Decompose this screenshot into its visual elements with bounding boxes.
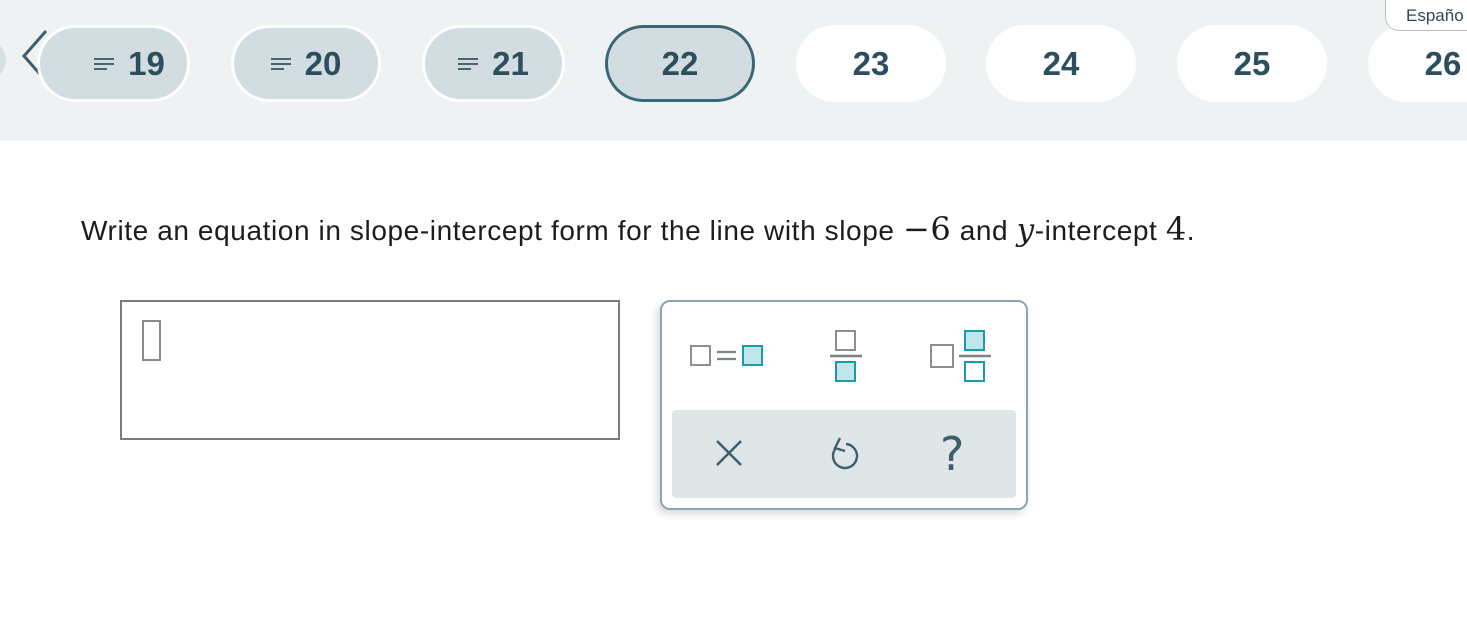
prompt-text-intercept: -intercept [1034, 215, 1166, 246]
input-cursor-box [142, 320, 161, 361]
question-tab-23[interactable]: 23 [796, 25, 946, 102]
question-tab-22[interactable]: 22 [605, 25, 755, 102]
language-toggle-button[interactable]: Españo [1385, 0, 1467, 31]
fraction-template-button[interactable] [827, 327, 867, 392]
intercept-value: 4 [1165, 210, 1187, 248]
question-tab-21[interactable]: 21 [422, 25, 565, 102]
undo-icon [831, 437, 859, 470]
question-number: 22 [661, 44, 699, 82]
help-icon: ? [940, 427, 965, 481]
question-tab-19[interactable]: 19 [37, 25, 190, 102]
question-tab-25[interactable]: 25 [1177, 25, 1327, 102]
y-variable: y [1016, 212, 1035, 248]
question-number: 23 [852, 44, 890, 82]
answered-lines-icon [270, 57, 291, 72]
fraction-template-icon [830, 330, 862, 382]
equation-template-button[interactable] [686, 340, 766, 375]
question-tab-24[interactable]: 24 [986, 25, 1136, 102]
question-number: 26 [1424, 44, 1462, 82]
clear-button[interactable] [712, 436, 746, 475]
slope-value: −6 [902, 210, 952, 248]
mixed-number-template-button[interactable] [928, 327, 998, 392]
undo-button[interactable] [826, 434, 862, 479]
question-prompt: Write an equation in slope-intercept for… [81, 210, 1195, 248]
answered-lines-icon [94, 57, 115, 72]
clear-icon [716, 440, 742, 466]
answered-lines-icon [458, 57, 479, 72]
prompt-text: Write an equation in slope-intercept for… [81, 215, 903, 246]
question-number: 20 [304, 44, 342, 82]
question-number: 24 [1042, 44, 1080, 82]
prompt-text-and: and [951, 215, 1017, 246]
math-palette: ? [660, 300, 1028, 510]
question-number: 19 [128, 44, 165, 82]
mixed-number-template-icon [930, 330, 991, 382]
question-navigator: 19 20 21 22 23 24 25 26 Españo [0, 0, 1467, 141]
question-tab-20[interactable]: 20 [231, 25, 381, 102]
question-number: 21 [492, 44, 529, 82]
equation-template-icon [690, 345, 763, 366]
answer-input[interactable] [120, 300, 620, 440]
prompt-period: . [1186, 215, 1196, 246]
palette-actions: ? [672, 410, 1016, 498]
question-18-tab[interactable] [0, 40, 6, 80]
help-button[interactable]: ? [940, 428, 964, 480]
question-tab-26[interactable]: 26 [1368, 25, 1467, 102]
question-number: 25 [1233, 44, 1271, 82]
